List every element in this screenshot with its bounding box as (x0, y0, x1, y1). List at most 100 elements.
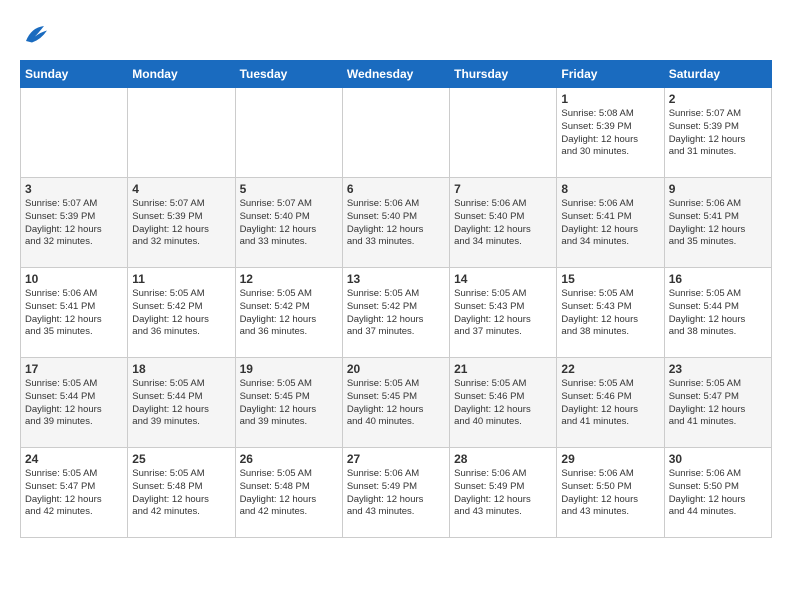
day-info: Sunrise: 5:05 AM Sunset: 5:47 PM Dayligh… (25, 468, 123, 519)
calendar-cell: 15 Sunrise: 5:05 AM Sunset: 5:43 PM Dayli… (557, 268, 664, 358)
calendar-cell: 7 Sunrise: 5:06 AM Sunset: 5:40 PM Daylig… (450, 178, 557, 268)
day-number: 20 (347, 362, 445, 376)
day-number: 2 (669, 92, 767, 106)
header-friday: Friday (557, 61, 664, 88)
calendar-cell: 29 Sunrise: 5:06 AM Sunset: 5:50 PM Dayli… (557, 448, 664, 538)
day-info: Sunrise: 5:06 AM Sunset: 5:40 PM Dayligh… (347, 198, 445, 249)
calendar-week-5: 24 Sunrise: 5:05 AM Sunset: 5:47 PM Dayli… (21, 448, 772, 538)
day-number: 22 (561, 362, 659, 376)
calendar-week-2: 3Sunrise: 5:07 AM Sunset: 5:39 PM Daylig… (21, 178, 772, 268)
calendar-cell (21, 88, 128, 178)
day-info: Sunrise: 5:05 AM Sunset: 5:47 PM Dayligh… (669, 378, 767, 429)
day-info: Sunrise: 5:06 AM Sunset: 5:41 PM Dayligh… (25, 288, 123, 339)
calendar-cell: 23 Sunrise: 5:05 AM Sunset: 5:47 PM Dayli… (664, 358, 771, 448)
day-info: Sunrise: 5:06 AM Sunset: 5:50 PM Dayligh… (669, 468, 767, 519)
calendar-cell: 4Sunrise: 5:07 AM Sunset: 5:39 PM Daylig… (128, 178, 235, 268)
day-number: 10 (25, 272, 123, 286)
calendar-cell: 30 Sunrise: 5:06 AM Sunset: 5:50 PM Dayli… (664, 448, 771, 538)
day-number: 28 (454, 452, 552, 466)
day-info: Sunrise: 5:05 AM Sunset: 5:44 PM Dayligh… (132, 378, 230, 429)
day-number: 16 (669, 272, 767, 286)
calendar-cell: 17 Sunrise: 5:05 AM Sunset: 5:44 PM Dayli… (21, 358, 128, 448)
day-info: Sunrise: 5:05 AM Sunset: 5:48 PM Dayligh… (132, 468, 230, 519)
calendar-cell: 5 Sunrise: 5:07 AM Sunset: 5:40 PM Daylig… (235, 178, 342, 268)
header-saturday: Saturday (664, 61, 771, 88)
calendar-cell: 20 Sunrise: 5:05 AM Sunset: 5:45 PM Dayli… (342, 358, 449, 448)
header-monday: Monday (128, 61, 235, 88)
day-info: Sunrise: 5:05 AM Sunset: 5:48 PM Dayligh… (240, 468, 338, 519)
day-info: Sunrise: 5:08 AM Sunset: 5:39 PM Dayligh… (561, 108, 659, 159)
calendar-cell: 25 Sunrise: 5:05 AM Sunset: 5:48 PM Dayli… (128, 448, 235, 538)
calendar-cell: 19Sunrise: 5:05 AM Sunset: 5:45 PM Dayli… (235, 358, 342, 448)
logo-icon (20, 20, 50, 50)
day-info: Sunrise: 5:07 AM Sunset: 5:39 PM Dayligh… (669, 108, 767, 159)
calendar-header: SundayMondayTuesdayWednesdayThursdayFrid… (21, 61, 772, 88)
day-info: Sunrise: 5:06 AM Sunset: 5:41 PM Dayligh… (561, 198, 659, 249)
day-number: 7 (454, 182, 552, 196)
day-number: 23 (669, 362, 767, 376)
day-info: Sunrise: 5:05 AM Sunset: 5:43 PM Dayligh… (561, 288, 659, 339)
calendar-cell: 10 Sunrise: 5:06 AM Sunset: 5:41 PM Dayli… (21, 268, 128, 358)
day-number: 6 (347, 182, 445, 196)
day-info: Sunrise: 5:05 AM Sunset: 5:45 PM Dayligh… (240, 378, 338, 429)
calendar-table: SundayMondayTuesdayWednesdayThursdayFrid… (20, 60, 772, 538)
calendar-cell: 27 Sunrise: 5:06 AM Sunset: 5:49 PM Dayli… (342, 448, 449, 538)
calendar-cell: 16 Sunrise: 5:05 AM Sunset: 5:44 PM Dayli… (664, 268, 771, 358)
calendar-cell: 9 Sunrise: 5:06 AM Sunset: 5:41 PM Daylig… (664, 178, 771, 268)
day-info: Sunrise: 5:06 AM Sunset: 5:49 PM Dayligh… (454, 468, 552, 519)
day-info: Sunrise: 5:05 AM Sunset: 5:44 PM Dayligh… (669, 288, 767, 339)
calendar-cell: 18Sunrise: 5:05 AM Sunset: 5:44 PM Dayli… (128, 358, 235, 448)
calendar-cell (128, 88, 235, 178)
calendar-cell: 28 Sunrise: 5:06 AM Sunset: 5:49 PM Dayli… (450, 448, 557, 538)
day-info: Sunrise: 5:05 AM Sunset: 5:42 PM Dayligh… (347, 288, 445, 339)
header-thursday: Thursday (450, 61, 557, 88)
day-number: 15 (561, 272, 659, 286)
calendar-cell: 1 Sunrise: 5:08 AM Sunset: 5:39 PM Daylig… (557, 88, 664, 178)
day-info: Sunrise: 5:07 AM Sunset: 5:40 PM Dayligh… (240, 198, 338, 249)
day-info: Sunrise: 5:06 AM Sunset: 5:49 PM Dayligh… (347, 468, 445, 519)
day-number: 12 (240, 272, 338, 286)
calendar-cell: 21Sunrise: 5:05 AM Sunset: 5:46 PM Dayli… (450, 358, 557, 448)
day-number: 17 (25, 362, 123, 376)
calendar-cell: 26 Sunrise: 5:05 AM Sunset: 5:48 PM Dayli… (235, 448, 342, 538)
calendar-cell: 22Sunrise: 5:05 AM Sunset: 5:46 PM Dayli… (557, 358, 664, 448)
day-info: Sunrise: 5:06 AM Sunset: 5:50 PM Dayligh… (561, 468, 659, 519)
header-sunday: Sunday (21, 61, 128, 88)
calendar-cell: 14Sunrise: 5:05 AM Sunset: 5:43 PM Dayli… (450, 268, 557, 358)
day-number: 14 (454, 272, 552, 286)
calendar-week-1: 1 Sunrise: 5:08 AM Sunset: 5:39 PM Daylig… (21, 88, 772, 178)
calendar-week-4: 17 Sunrise: 5:05 AM Sunset: 5:44 PM Dayli… (21, 358, 772, 448)
day-info: Sunrise: 5:07 AM Sunset: 5:39 PM Dayligh… (25, 198, 123, 249)
day-number: 24 (25, 452, 123, 466)
header-tuesday: Tuesday (235, 61, 342, 88)
calendar-cell: 11 Sunrise: 5:05 AM Sunset: 5:42 PM Dayli… (128, 268, 235, 358)
day-number: 8 (561, 182, 659, 196)
day-number: 25 (132, 452, 230, 466)
logo (20, 20, 54, 50)
day-number: 26 (240, 452, 338, 466)
day-info: Sunrise: 5:05 AM Sunset: 5:42 PM Dayligh… (240, 288, 338, 339)
calendar-cell: 3Sunrise: 5:07 AM Sunset: 5:39 PM Daylig… (21, 178, 128, 268)
header-wednesday: Wednesday (342, 61, 449, 88)
day-number: 5 (240, 182, 338, 196)
day-info: Sunrise: 5:06 AM Sunset: 5:41 PM Dayligh… (669, 198, 767, 249)
day-number: 11 (132, 272, 230, 286)
calendar-cell: 13Sunrise: 5:05 AM Sunset: 5:42 PM Dayli… (342, 268, 449, 358)
calendar-cell: 12 Sunrise: 5:05 AM Sunset: 5:42 PM Dayli… (235, 268, 342, 358)
day-number: 9 (669, 182, 767, 196)
day-number: 1 (561, 92, 659, 106)
calendar-cell: 8 Sunrise: 5:06 AM Sunset: 5:41 PM Daylig… (557, 178, 664, 268)
calendar-week-3: 10 Sunrise: 5:06 AM Sunset: 5:41 PM Dayli… (21, 268, 772, 358)
day-number: 30 (669, 452, 767, 466)
day-info: Sunrise: 5:07 AM Sunset: 5:39 PM Dayligh… (132, 198, 230, 249)
day-number: 29 (561, 452, 659, 466)
day-info: Sunrise: 5:05 AM Sunset: 5:45 PM Dayligh… (347, 378, 445, 429)
calendar-cell: 24 Sunrise: 5:05 AM Sunset: 5:47 PM Dayli… (21, 448, 128, 538)
day-number: 21 (454, 362, 552, 376)
day-number: 27 (347, 452, 445, 466)
page-header (20, 20, 772, 50)
day-info: Sunrise: 5:05 AM Sunset: 5:44 PM Dayligh… (25, 378, 123, 429)
calendar-cell (235, 88, 342, 178)
day-info: Sunrise: 5:06 AM Sunset: 5:40 PM Dayligh… (454, 198, 552, 249)
day-info: Sunrise: 5:05 AM Sunset: 5:42 PM Dayligh… (132, 288, 230, 339)
